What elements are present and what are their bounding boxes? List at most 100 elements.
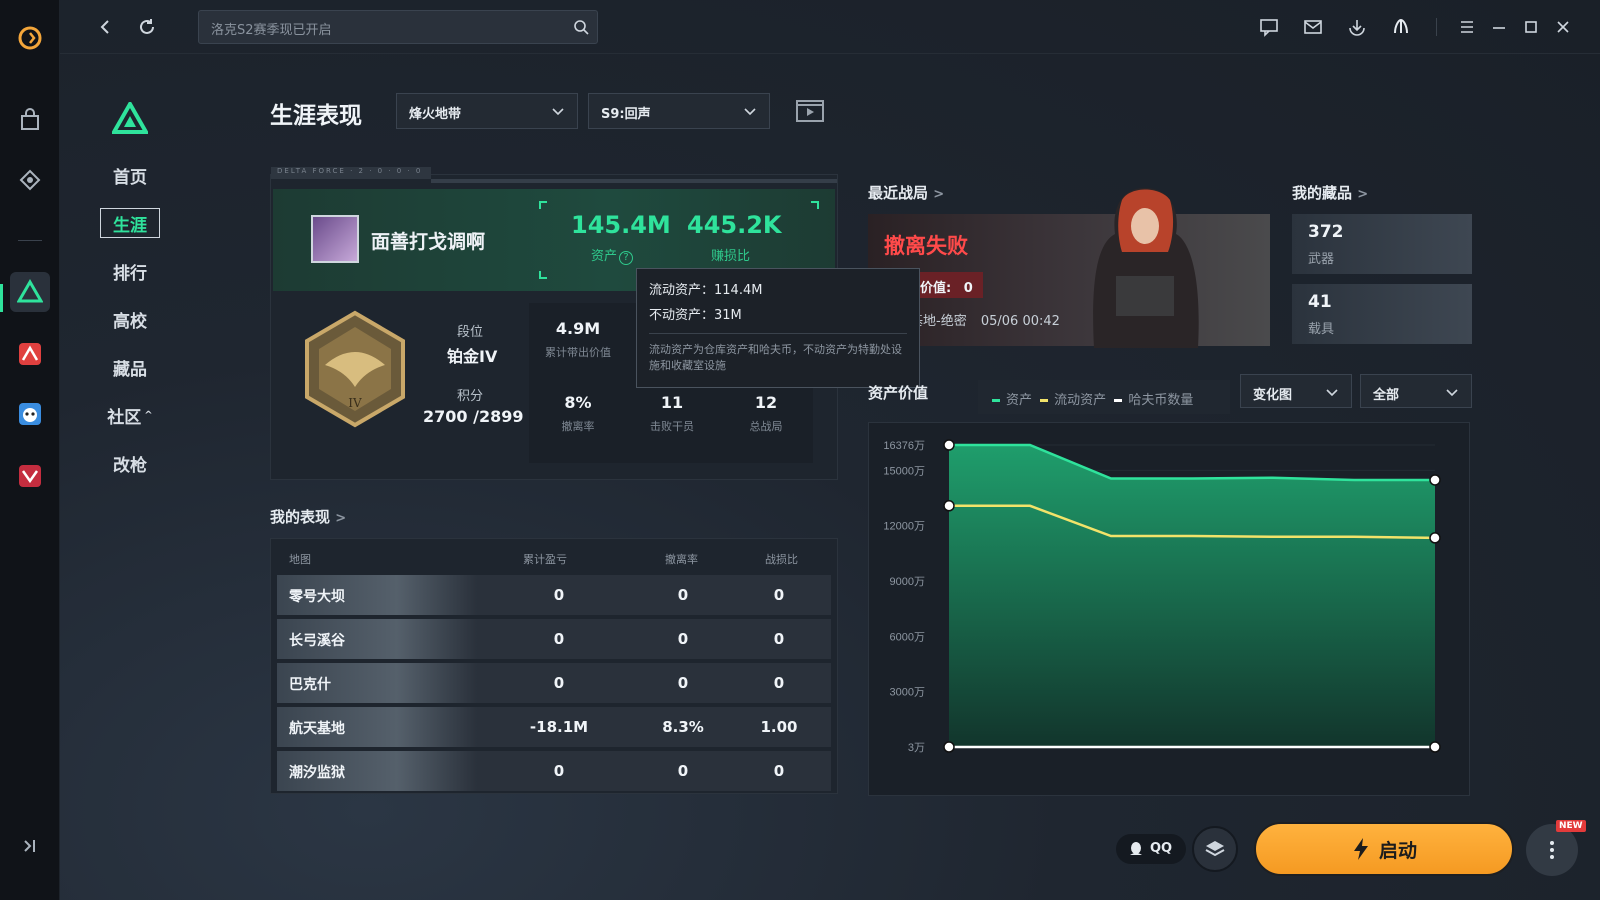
table-row[interactable]: 航天基地 -18.1M 8.3% 1.00 [277,707,831,747]
chevron-down-icon [744,108,756,116]
assets-tooltip: 流动资产：114.4M 不动资产：31M 流动资产为仓库资产和哈夫币，不动资产为… [636,268,920,388]
stat-matches: 12 总战局 [721,393,811,434]
bracket-corner [539,271,547,279]
rate-cell: 0 [677,586,689,604]
more-vertical-icon [1550,841,1554,859]
tooltip-divider [649,333,907,334]
collection-title-text: 我的藏品 [1292,184,1353,202]
chart-legend: 资产 流动资产 哈夫币数量 [978,380,1230,414]
chevron-right-icon: > [335,511,347,526]
table-row[interactable]: 长弓溪谷 0 0 0 [277,619,831,659]
svg-text:IV: IV [348,396,362,410]
map-name: 潮汐监狱 [289,765,345,781]
column-header: 地图 [289,553,311,566]
data-point [1429,532,1441,544]
layers-button[interactable] [1192,826,1238,872]
back-icon[interactable] [92,14,118,40]
nav-item-school[interactable]: 高校 [100,304,160,334]
legend-label: 资产 [1006,393,1033,408]
recent-title-text: 最近战局 [868,184,929,202]
search-input[interactable]: 洛克S2赛季现已开启 [198,10,598,44]
data-point [943,741,955,753]
store-icon[interactable] [10,100,50,140]
collection-title[interactable]: 我的藏品 > [1292,182,1368,203]
chart-view-select[interactable]: 变化图 [1240,374,1352,408]
stat-label: 击败干员 [650,420,694,433]
help-icon[interactable]: ? [619,251,634,265]
tooltip-note: 流动资产为仓库资产和哈夫币，不动资产为特勤处设施和收藏室设施 [649,343,902,372]
assets-label[interactable]: 资产? [591,245,634,265]
chevron-down-icon [1446,389,1458,397]
performance-title[interactable]: 我的表现 > [270,506,346,527]
lightning-icon [1353,838,1368,860]
nav-item-gunsmith[interactable]: 改枪 [100,448,160,478]
table-row[interactable]: 零号大坝 0 0 0 [277,575,831,615]
recent-title[interactable]: 最近战局 > [868,182,944,203]
stat-value: 8% [564,393,592,412]
stat-value: 11 [660,393,684,412]
game-red-icon[interactable] [10,334,50,374]
profit-cell: 0 [553,630,565,648]
score-label: 积分 [457,389,484,404]
rank-medal-icon: IV [305,310,405,428]
layers-icon [1205,841,1225,857]
ratio-cell: 0 [773,630,785,648]
season-select[interactable]: S9:回声 [588,93,770,129]
nav-item-community-label: 社区 [107,407,142,428]
data-point [943,500,955,512]
user-avatar-icon[interactable] [1388,14,1414,40]
refresh-icon[interactable] [134,14,160,40]
profit-cell: 0 [553,674,565,692]
ratio-cell: 0 [773,586,785,604]
column-header: 累计盈亏 [523,553,567,566]
collapse-icon[interactable] [10,826,50,866]
collection-vehicles-card[interactable]: 41 载具 [1292,284,1472,344]
app-logo-icon[interactable] [10,18,50,58]
qq-button[interactable]: QQ [1116,834,1186,864]
game-panda-icon[interactable] [10,394,50,434]
minimize-icon[interactable] [1486,14,1512,40]
nav-item-career[interactable]: 生涯 [100,208,160,238]
mode-select-value: 烽火地带 [409,107,462,122]
collection-weapons-card[interactable]: 372 武器 [1292,214,1472,274]
mail-icon[interactable] [1300,14,1326,40]
rail-separator [18,240,42,241]
launch-button[interactable]: 启动 [1254,822,1514,876]
rate-cell: 0 [677,674,689,692]
nav-item-community[interactable]: 社区 ^ [100,400,160,430]
rate-cell: 8.3% [662,718,704,736]
maximize-icon[interactable] [1518,14,1544,40]
close-icon[interactable] [1550,14,1576,40]
game-valorant-icon[interactable] [10,456,50,496]
new-badge: NEW [1556,820,1586,832]
chat-icon[interactable] [1256,14,1282,40]
qq-label: QQ [1150,841,1173,856]
y-tick-label: 9000万 [890,576,925,588]
nav-item-ranking[interactable]: 排行 [100,256,160,286]
discover-icon[interactable] [10,160,50,200]
ratio-cell: 1.00 [760,718,798,736]
card-tab-caption: DELTA FORCE · 2 · 0 · 0 · 0 [271,167,431,179]
asset-chart-svg: 16376万 15000万 12000万 9000万 6000万 3000万 3万 [883,439,1441,754]
table-row[interactable]: 潮汐监狱 0 0 0 [277,751,831,791]
nav-item-collection[interactable]: 藏品 [100,352,160,382]
y-tick-label: 6000万 [890,631,925,643]
download-icon[interactable] [1344,14,1370,40]
nav-item-home[interactable]: 首页 [100,160,160,190]
menu-icon[interactable] [1454,14,1480,40]
table-row[interactable]: 巴克什 0 0 0 [277,663,831,703]
video-play-icon[interactable] [796,98,824,124]
profit-cell: -18.1M [529,718,589,736]
chart-range-select[interactable]: 全部 [1360,374,1472,408]
search-icon[interactable] [573,19,589,35]
legend-swatch [992,399,1000,402]
mode-select[interactable]: 烽火地带 [396,93,578,129]
assets-label-text: 资产 [591,249,618,264]
chevron-down-icon [552,108,564,116]
y-tick-label: 3000万 [890,687,925,699]
collection-label: 载具 [1308,322,1335,337]
avatar[interactable] [311,215,359,263]
y-tick-label: 12000万 [883,521,925,533]
delta-force-game-icon[interactable] [10,272,50,312]
tooltip-fixed: 不动资产：31M [649,308,742,323]
